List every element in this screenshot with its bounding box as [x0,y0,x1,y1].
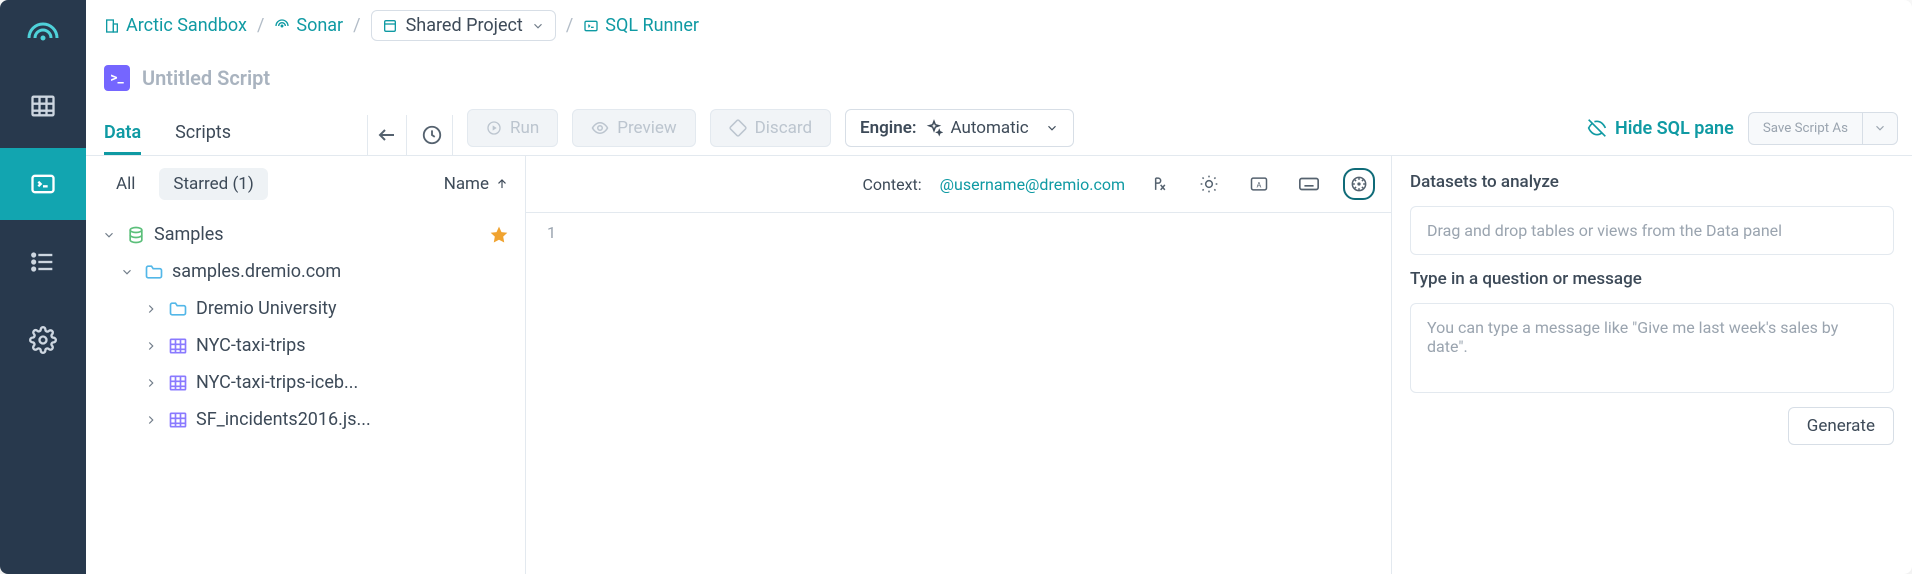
tree-item[interactable]: NYC-taxi-trips-iceb... [94,364,517,401]
sonar-icon [274,18,290,34]
code-editor[interactable]: 1 [526,213,1391,574]
data-tree: Samples samples.dremio.com Dremio Universi… [86,212,525,450]
rail-datasets-icon[interactable] [0,70,86,142]
star-icon[interactable] [489,225,509,245]
main-column: Arctic Sandbox / Sonar / Shared Project … [86,0,1912,574]
filter-all[interactable]: All [102,168,149,200]
sql-icon [583,18,599,34]
script-title-row: >_ Untitled Script [86,49,1912,109]
tab-data[interactable]: Data [104,112,141,155]
line-gutter: 1 [526,213,566,574]
save-script-dropdown-button[interactable] [1863,112,1898,145]
tree-item-label: Samples [154,224,224,245]
breadcrumb-project-selector[interactable]: Shared Project [371,10,556,41]
chevron-down-icon[interactable] [120,265,136,279]
breadcrumb: Arctic Sandbox / Sonar / Shared Project … [86,0,1912,49]
rail-sql-runner-icon[interactable] [0,148,86,220]
rail-settings-icon[interactable] [0,304,86,376]
chevron-right-icon[interactable] [144,413,160,427]
tree-item-label: NYC-taxi-trips [196,335,306,356]
tree-item[interactable]: SF_incidents2016.js... [94,401,517,438]
breadcrumb-org[interactable]: Arctic Sandbox [104,15,247,36]
chevron-down-icon [531,19,545,33]
tree-item[interactable]: Dremio University [94,290,517,327]
table-icon [168,373,188,393]
question-input[interactable]: You can type a message like "Give me las… [1410,303,1894,393]
editor-context-bar: Context: @username@dremio.com A [526,156,1391,213]
tree-item-label: NYC-taxi-trips-iceb... [196,372,358,393]
arrow-up-icon [495,177,509,191]
breadcrumb-space[interactable]: Sonar [274,15,343,36]
app-shell: Arctic Sandbox / Sonar / Shared Project … [0,0,1912,574]
tab-scripts[interactable]: Scripts [175,112,231,155]
script-title[interactable]: Untitled Script [142,66,270,90]
org-icon [104,18,120,34]
discard-icon [729,119,747,137]
tree-item[interactable]: samples.dremio.com [94,253,517,290]
eye-off-icon [1587,118,1607,138]
question-heading: Type in a question or message [1410,269,1894,289]
tree-item[interactable]: Samples [94,216,517,253]
preview-button[interactable]: Preview [572,109,695,147]
datasets-heading: Datasets to analyze [1410,172,1894,192]
script-badge-icon: >_ [104,65,130,91]
keyboard-shortcuts-icon[interactable] [1293,168,1325,200]
editor-toolbar: Run Preview Discard Engine: Automatic [453,109,1912,155]
left-nav-rail [0,0,86,574]
left-panel-tabs: Data Scripts [104,112,231,155]
theme-toggle-icon[interactable] [1193,168,1225,200]
code-area[interactable] [566,213,1391,574]
assist-panel: Datasets to analyze Drag and drop tables… [1392,156,1912,574]
function-icon[interactable] [1143,168,1175,200]
body-panes: All Starred (1) Name Samples samples.drem… [86,156,1912,574]
context-value[interactable]: @username@dremio.com [940,175,1125,194]
product-logo [17,12,69,64]
autocomplete-icon[interactable]: A [1243,168,1275,200]
chevron-right-icon[interactable] [144,339,160,353]
tree-item-label: SF_incidents2016.js... [196,409,371,430]
tree-item-label: Dremio University [196,298,337,319]
hide-sql-pane-button[interactable]: Hide SQL pane [1587,118,1734,139]
save-script-as-button[interactable]: Save Script As [1748,112,1863,145]
chevron-down-icon[interactable] [102,228,118,242]
chevron-right-icon[interactable] [144,376,160,390]
sparkle-icon [925,119,943,137]
data-panel: All Starred (1) Name Samples samples.drem… [86,156,526,574]
db-icon [126,225,146,245]
run-button[interactable]: Run [467,109,558,147]
context-label: Context: [863,175,922,194]
tree-item[interactable]: NYC-taxi-trips [94,327,517,364]
discard-button[interactable]: Discard [710,109,831,147]
data-panel-filters: All Starred (1) Name [86,156,525,212]
play-icon [486,120,502,136]
eye-icon [591,119,609,137]
engine-selector[interactable]: Engine: Automatic [845,109,1074,147]
rail-jobs-icon[interactable] [0,226,86,298]
breadcrumb-sep: / [566,15,573,36]
ai-assist-icon[interactable] [1343,168,1375,200]
chevron-right-icon[interactable] [144,302,160,316]
tree-item-label: samples.dremio.com [172,261,341,282]
history-button[interactable] [413,115,453,155]
chevron-down-icon [1045,121,1059,135]
breadcrumb-page[interactable]: SQL Runner [583,15,699,36]
project-icon [382,18,398,34]
filter-starred[interactable]: Starred (1) [159,168,267,200]
svg-text:A: A [1257,180,1262,189]
sort-button[interactable]: Name [444,174,509,194]
save-script-split-button: Save Script As [1748,112,1898,145]
datasets-drop-area[interactable]: Drag and drop tables or views from the D… [1410,206,1894,255]
table-icon [168,410,188,430]
table-icon [168,336,188,356]
breadcrumb-sep: / [353,15,360,36]
tabs-toolbar-row: Data Scripts Run Preview [86,109,1912,156]
breadcrumb-sep: / [257,15,264,36]
editor-column: Context: @username@dremio.com A 1 [526,156,1392,574]
generate-button[interactable]: Generate [1788,407,1894,445]
folder-icon [144,262,164,282]
collapse-panel-button[interactable] [367,115,407,155]
folder-icon [168,299,188,319]
